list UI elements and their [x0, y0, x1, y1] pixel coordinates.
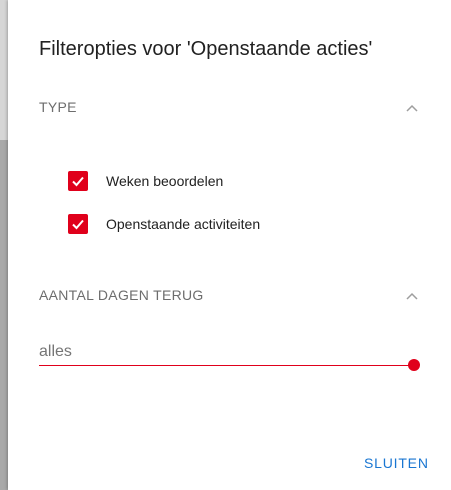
- slider-value-label: alles: [39, 343, 72, 360]
- backdrop-shade: [0, 140, 8, 490]
- close-button[interactable]: SLUITEN: [364, 455, 429, 471]
- days-back-slider-thumb[interactable]: [408, 359, 420, 371]
- checkbox-checked-icon[interactable]: [68, 171, 88, 191]
- backdrop: [0, 0, 8, 490]
- filter-dialog: Filteropties voor 'Openstaande acties' T…: [8, 0, 451, 490]
- checkbox-label: Openstaande activiteiten: [106, 216, 261, 232]
- section-label-type: TYPE: [39, 99, 77, 115]
- checkbox-checked-icon[interactable]: [68, 214, 88, 234]
- chevron-up-icon[interactable]: [402, 286, 422, 306]
- section-header-days-back[interactable]: AANTAL DAGEN TERUG: [8, 282, 451, 310]
- chevron-up-icon[interactable]: [402, 98, 422, 118]
- days-back-slider-track[interactable]: [39, 365, 419, 366]
- dialog-title: Filteropties voor 'Openstaande acties': [39, 38, 373, 60]
- checkbox-label: Weken beoordelen: [106, 173, 224, 189]
- section-label-days-back: AANTAL DAGEN TERUG: [39, 287, 204, 303]
- section-header-type[interactable]: TYPE: [8, 94, 451, 122]
